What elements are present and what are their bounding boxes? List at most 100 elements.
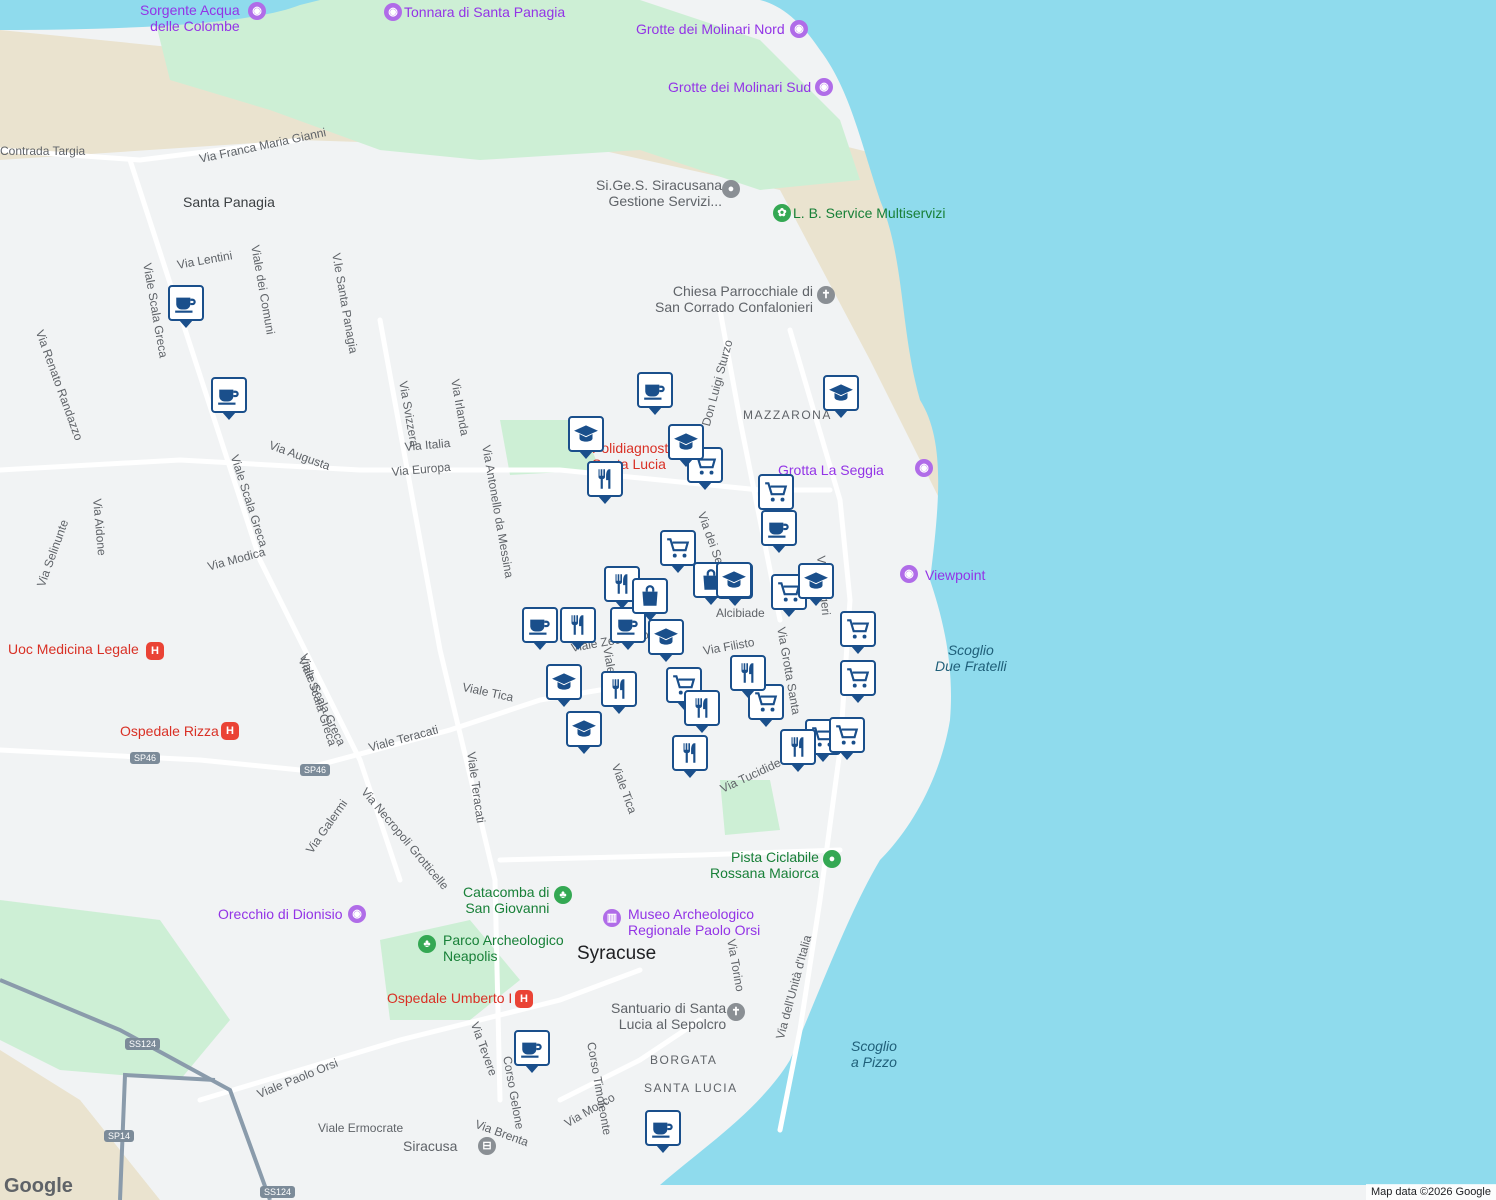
school-marker[interactable] (668, 424, 704, 467)
road-shield: SP46 (300, 764, 331, 776)
cafe-marker[interactable] (168, 285, 204, 328)
poi-name-line: Rossana Maiorca (710, 865, 819, 881)
map-attribution[interactable]: Map data ©2026 Google (1365, 1184, 1496, 1200)
grocery-marker[interactable] (840, 660, 876, 703)
grocery-icon (834, 722, 860, 748)
school-icon (673, 429, 699, 455)
poi-label[interactable]: Orecchio di Dionisio (218, 906, 343, 922)
poi-name-line: L. B. Service Multiservizi (793, 205, 946, 221)
poi-label[interactable]: Ospedale Rizza (120, 723, 219, 739)
restaurant-marker[interactable] (587, 461, 623, 504)
school-marker[interactable] (823, 375, 859, 418)
grocery-marker[interactable] (758, 474, 794, 517)
poi-name-line: Ospedale Umberto I (387, 990, 513, 1006)
grocery-marker[interactable] (660, 530, 696, 573)
sea-feature-label: Scoglio Due Fratelli (935, 642, 1007, 674)
restaurant-marker[interactable] (672, 735, 708, 778)
restaurant-marker[interactable] (780, 729, 816, 772)
grocery-icon (845, 616, 871, 642)
poi-label[interactable]: Siracusa (403, 1138, 457, 1154)
cafe-marker[interactable] (522, 607, 558, 650)
tree-icon[interactable]: ♣ (554, 886, 572, 904)
camera-icon[interactable]: ◉ (348, 905, 366, 923)
cross-icon[interactable]: ✝ (817, 286, 835, 304)
cafe-marker[interactable] (637, 372, 673, 415)
poi-label[interactable]: Ospedale Umberto I (387, 990, 512, 1006)
area-label: Santa Panagia (183, 194, 275, 210)
hospital-icon[interactable]: H (146, 642, 164, 660)
camera-icon[interactable]: ◉ (900, 565, 918, 583)
sea-feature-line: Scoglio (851, 1038, 897, 1054)
poi-name-line: Grotta La Seggia (778, 462, 884, 478)
poi-name-line: Chiesa Parrocchiale di (672, 283, 813, 299)
restaurant-marker[interactable] (684, 690, 720, 733)
road-shield: SP14 (104, 1130, 135, 1142)
restaurant-marker[interactable] (730, 655, 766, 698)
map-canvas[interactable] (0, 0, 1496, 1200)
camera-icon[interactable]: ◉ (248, 2, 266, 20)
school-marker[interactable] (568, 416, 604, 459)
road-shield: SS124 (125, 1038, 161, 1050)
poi-label[interactable]: Tonnara di Santa Panagia (404, 4, 565, 20)
poi-label[interactable]: Viewpoint (925, 567, 985, 583)
poi-label[interactable]: Catacomba di San Giovanni (463, 884, 549, 916)
cafe-marker[interactable] (645, 1110, 681, 1153)
poi-name-line: Pista Ciclabile (731, 849, 819, 865)
school-icon (573, 421, 599, 447)
park-icon[interactable]: ● (823, 850, 841, 868)
museum-icon[interactable]: ▥ (603, 909, 621, 927)
road-label: Viale Ermocrate (318, 1121, 404, 1135)
flower-icon[interactable]: ✿ (773, 204, 791, 222)
hospital-icon[interactable]: H (515, 990, 533, 1008)
grocery-icon (665, 535, 691, 561)
poi-label[interactable]: Grotta La Seggia (778, 462, 884, 478)
school-marker[interactable] (798, 563, 834, 606)
pin-icon[interactable]: ● (722, 180, 740, 198)
restaurant-marker[interactable] (601, 671, 637, 714)
poi-label[interactable]: Grotte dei Molinari Sud (668, 79, 811, 95)
cafe-marker[interactable] (761, 510, 797, 553)
poi-name-line: Grotte dei Molinari Sud (668, 79, 812, 95)
camera-icon[interactable]: ◉ (815, 78, 833, 96)
hospital-icon[interactable]: H (221, 722, 239, 740)
road-shield: SS124 (260, 1186, 296, 1198)
poi-label[interactable]: Sorgente Acqua delle Colombe (140, 2, 240, 34)
sea-feature-line: Scoglio (947, 642, 994, 658)
cross-icon[interactable]: ✝ (727, 1003, 745, 1021)
restaurant-icon (785, 734, 811, 760)
cafe-marker[interactable] (514, 1030, 550, 1073)
poi-name-line: Parco Archeologico (443, 932, 564, 948)
school-marker[interactable] (648, 619, 684, 662)
train-icon[interactable]: ⊟ (478, 1137, 496, 1155)
poi-name-line: Lucia al Sepolcro (618, 1016, 727, 1032)
tree-icon[interactable]: ♣ (418, 935, 436, 953)
camera-icon[interactable]: ◉ (384, 3, 402, 21)
shopping-marker[interactable] (632, 578, 668, 621)
school-marker[interactable] (546, 664, 582, 707)
google-logo[interactable]: Google (4, 1175, 73, 1198)
school-marker[interactable] (716, 562, 752, 605)
poi-name-line: Neapolis (443, 948, 498, 964)
poi-label[interactable]: Si.Ge.S. Siracusana Gestione Servizi... (596, 177, 722, 209)
grocery-marker[interactable] (829, 717, 865, 760)
poi-label[interactable]: Pista Ciclabile Rossana Maiorca (710, 849, 819, 881)
poi-label[interactable]: Chiesa Parrocchiale di San Corrado Confal… (655, 283, 813, 315)
poi-label[interactable]: Santuario di Santa Lucia al Sepolcro (611, 1000, 726, 1032)
poi-label[interactable]: Parco Archeologico Neapolis (443, 932, 564, 964)
school-marker[interactable] (566, 711, 602, 754)
poi-name-line: Siracusa (403, 1138, 458, 1154)
poi-label[interactable]: Uoc Medicina Legale (8, 641, 139, 657)
cafe-marker[interactable] (211, 377, 247, 420)
camera-icon[interactable]: ◉ (790, 20, 808, 38)
poi-label[interactable]: Grotte dei Molinari Nord (636, 21, 785, 37)
poi-label[interactable]: Museo Archeologico Regionale Paolo Orsi (628, 906, 760, 938)
grocery-icon (753, 689, 779, 715)
poi-label[interactable]: L. B. Service Multiservizi (793, 205, 945, 221)
grocery-marker[interactable] (840, 611, 876, 654)
camera-icon[interactable]: ◉ (915, 459, 933, 477)
cafe-icon (615, 612, 641, 638)
city-label: Syracuse (577, 943, 657, 964)
restaurant-marker[interactable] (560, 607, 596, 650)
poi-name-line: San Corrado Confalonieri (655, 299, 813, 315)
poi-name-line: Si.Ge.S. Siracusana (596, 177, 723, 193)
